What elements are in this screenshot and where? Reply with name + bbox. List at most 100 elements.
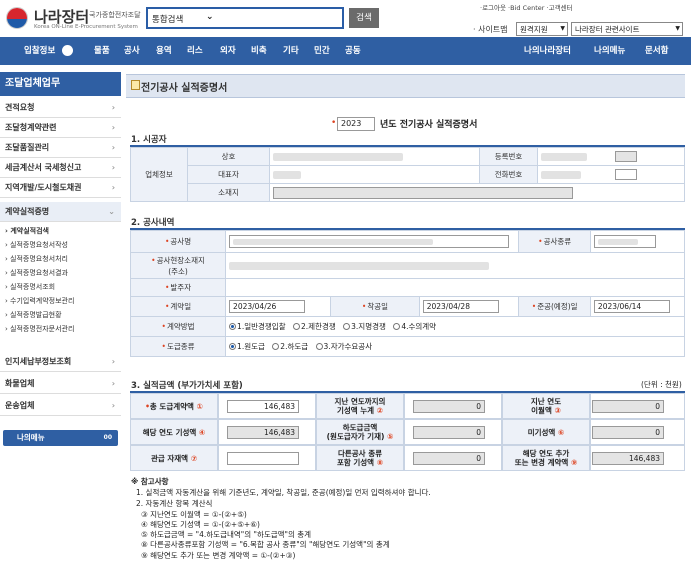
- section-heading: 2. 공사내역: [131, 218, 175, 228]
- radio-label: 1.원도급: [237, 342, 265, 351]
- nav-private[interactable]: 민간: [314, 37, 330, 65]
- nav-construction[interactable]: 공사: [124, 37, 140, 65]
- nav-my-narajangteo[interactable]: 나의나라장터: [524, 37, 571, 65]
- amount-label: 관급 자재액 ⑦: [130, 445, 218, 471]
- sidebar-item-transport[interactable]: 운송업체 ›: [0, 396, 121, 416]
- sidebar-subitem[interactable]: › 실적증명발급현황: [0, 308, 121, 322]
- sidebar-item-bonds[interactable]: 지역개발/도시철도채권 ›: [0, 178, 121, 198]
- form-heading: 년도 전기공사 실적증명서: [380, 120, 478, 130]
- sidebar-item-freight[interactable]: 화물업체 ›: [0, 374, 121, 394]
- radio-prime[interactable]: [229, 343, 237, 350]
- nav-etc[interactable]: 기타: [283, 37, 299, 65]
- amount-input[interactable]: [227, 452, 299, 465]
- related-sites-select[interactable]: 나라장터 관련사이트: [571, 22, 683, 36]
- nav-my-menu[interactable]: 나의메뉴: [594, 37, 625, 65]
- sidebar-subitem[interactable]: › 실적증명전자문서관리: [0, 322, 121, 336]
- amount-input[interactable]: 0: [413, 426, 485, 439]
- amount-input[interactable]: 0: [413, 452, 485, 465]
- amount-input[interactable]: 146,483: [227, 426, 299, 439]
- nav-document-box[interactable]: 문서함: [645, 37, 668, 65]
- top-links[interactable]: ·로그아웃 ·Bid Center ·고객센터: [480, 2, 573, 12]
- amount-input[interactable]: 0: [413, 400, 485, 413]
- nav-foreign[interactable]: 외자: [220, 37, 236, 65]
- search-button[interactable]: 검색: [349, 8, 379, 28]
- chevron-right-icon: ›: [111, 103, 115, 112]
- work-type-select[interactable]: [589, 230, 686, 253]
- sidebar-item-tax[interactable]: 세금계산서 국세청신고 ›: [0, 158, 121, 178]
- chevron-right-icon: ›: [111, 143, 115, 152]
- site-address-input[interactable]: [225, 252, 685, 279]
- nav-service[interactable]: 용역: [156, 37, 172, 65]
- sidebar-item-label: 견적요청: [5, 103, 35, 112]
- sidebar-item-performance[interactable]: 계약실적증명 ⌄: [0, 202, 121, 222]
- contract-date-input[interactable]: 2023/04/26: [229, 300, 306, 313]
- label-subcontract-type: 도급종류: [129, 336, 227, 357]
- logo-english: Korea ON-Line E-Procurement System: [34, 24, 138, 30]
- amount-label: 다른공사 종류 포함 기성액 ⑧: [316, 445, 404, 471]
- amount-input[interactable]: 146,483: [592, 452, 664, 465]
- label-complete-date: 준공(예정)일: [518, 296, 591, 317]
- work-name-input[interactable]: [225, 230, 520, 253]
- amount-input[interactable]: 0: [592, 426, 664, 439]
- complete-date-input[interactable]: 2023/06/14: [593, 300, 670, 313]
- sidebar: 조달업체업무 견적요청 › 조달청계약관련 › 조달품질관리 › 세금계산서 국세청신…: [0, 72, 121, 565]
- label-contract-method: 계약방법: [129, 316, 227, 337]
- sidebar-item-quality[interactable]: 조달품질관리 ›: [0, 138, 121, 158]
- radio-sub[interactable]: [272, 343, 280, 350]
- region-select[interactable]: 원격지원: [516, 22, 568, 36]
- radio-limited[interactable]: [293, 323, 300, 330]
- label-site: 공사현장소재지(주소): [129, 252, 227, 279]
- radio-negotiated[interactable]: [393, 323, 401, 330]
- chevron-right-icon: ›: [111, 183, 115, 192]
- sidebar-subitem[interactable]: › 실적증명요청서작성: [0, 238, 121, 252]
- sidebar-item-stamp-tax[interactable]: 인지세납부정보조회 ›: [0, 352, 121, 372]
- nav-stockpile[interactable]: 비축: [251, 37, 267, 65]
- label-work-type: 공사종류: [518, 230, 591, 253]
- sidebar-subitem[interactable]: › 실적증명요청서결과: [0, 266, 121, 280]
- sidebar-item-label: 화물업체: [5, 379, 35, 388]
- sitemap-link[interactable]: · 사이트맵: [473, 24, 508, 35]
- amount-cell: 0: [404, 393, 502, 419]
- sidebar-subitem[interactable]: › 계약실적검색: [0, 224, 121, 238]
- nav-goods[interactable]: 물품: [94, 37, 110, 65]
- amount-input[interactable]: 0: [592, 400, 664, 413]
- amount-input[interactable]: 146,483: [227, 400, 299, 413]
- chevron-down-icon[interactable]: ⌄: [206, 12, 214, 22]
- note-line: ⑨ 해당연도 추가 또는 변경 계약액 = ①-(②+③): [141, 551, 296, 560]
- sidebar-subitem[interactable]: › 수기입력계약정보관리: [0, 294, 121, 308]
- radio-self[interactable]: [315, 343, 323, 350]
- main-nav: 입찰정보 물품 공사 용역 리스 외자 비축 기타 민간 공동 나의나라장터 나…: [0, 37, 691, 65]
- chevron-right-icon: ›: [111, 357, 115, 366]
- year-input[interactable]: 2023: [337, 117, 375, 131]
- reg-number-value: [537, 147, 685, 166]
- amount-cell: 0: [590, 419, 685, 445]
- header: 나라장터 국가종합전자조달 Korea ON-Line E-Procuremen…: [0, 0, 691, 36]
- amount-cell: 0: [404, 445, 502, 471]
- nav-lease[interactable]: 리스: [187, 37, 203, 65]
- nav-bid-info[interactable]: 입찰정보: [24, 37, 55, 65]
- radio-designated[interactable]: [343, 323, 351, 330]
- sidebar-item-label: 운송업체: [5, 401, 35, 410]
- radio-label: 1.일반경쟁입찰: [237, 322, 286, 331]
- start-date-input[interactable]: 2023/04/28: [422, 300, 499, 313]
- search-scope-select[interactable]: 통합검색: [152, 13, 183, 25]
- chevron-right-icon: ›: [111, 123, 115, 132]
- logo-icon[interactable]: [6, 7, 28, 29]
- sidebar-item-contract[interactable]: 조달청계약관련 ›: [0, 118, 121, 138]
- sidebar-item-label: 인지세납부정보조회: [5, 357, 72, 366]
- amount-table: •총 도급계약액 ① 146,483 지난 연도까지의 기성액 누계 ② 0 지난 연도…: [130, 393, 685, 471]
- chevron-right-icon: ›: [111, 401, 115, 410]
- note-line: ⑧ 다른공사종류포함 기성액 = "6.복합 공사 종류"의 "해당연도 기성액…: [141, 540, 390, 549]
- note-line: 2. 자동계산 항목 계산식: [136, 499, 213, 508]
- search-input[interactable]: 통합검색 ⌄: [146, 7, 344, 29]
- amount-cell: 146,483: [218, 393, 316, 419]
- radio-general[interactable]: [229, 323, 237, 330]
- sidebar-subitem[interactable]: › 실적증명요청서처리: [0, 252, 121, 266]
- nav-joint[interactable]: 공동: [345, 37, 361, 65]
- sidebar-subitem[interactable]: › 실적증명서조회: [0, 280, 121, 294]
- label-reg-number: 등록번호: [479, 147, 538, 166]
- company-name-value: [269, 147, 480, 166]
- mymenu-button[interactable]: 나의메뉴 00: [3, 430, 118, 446]
- sidebar-item-label: 지역개발/도시철도채권: [5, 183, 82, 192]
- sidebar-item-quote[interactable]: 견적요청 ›: [0, 98, 121, 118]
